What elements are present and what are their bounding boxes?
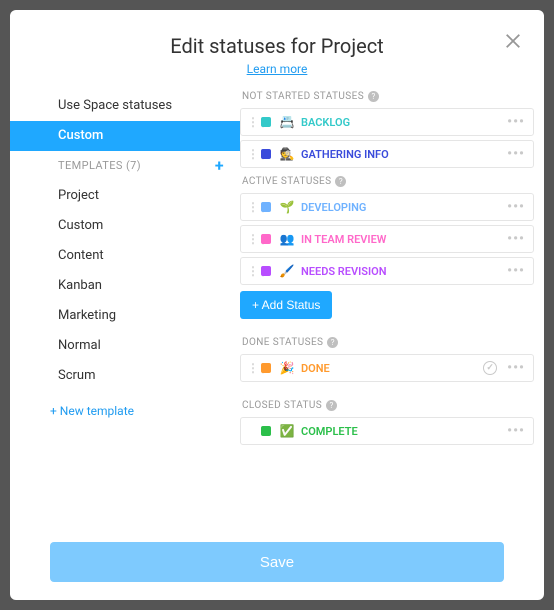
row-actions-button[interactable]: ••• (505, 199, 527, 215)
row-actions-button[interactable]: ••• (505, 423, 527, 439)
modal-header: Edit statuses for Project Learn more (10, 34, 544, 77)
status-label[interactable]: NEEDS REVISION (301, 265, 505, 278)
drag-handle-icon[interactable] (247, 264, 257, 278)
status-row[interactable]: 📇 BACKLOG ••• (240, 108, 534, 136)
done-section-label: DONE STATUSES ? (242, 337, 534, 348)
status-row[interactable]: 🖌️ NEEDS REVISION ••• (240, 257, 534, 285)
section-label-text: DONE STATUSES (242, 337, 323, 348)
modal-title: Edit statuses for Project (10, 34, 544, 58)
drag-handle-icon[interactable] (247, 361, 257, 375)
not-started-section-label: NOT STARTED STATUSES ? (242, 91, 534, 102)
help-icon[interactable]: ? (326, 400, 337, 411)
help-icon[interactable]: ? (368, 91, 379, 102)
learn-more-link[interactable]: Learn more (247, 62, 308, 76)
status-editor: NOT STARTED STATUSES ? 📇 BACKLOG ••• 🕵️ … (240, 87, 534, 528)
status-color-swatch[interactable] (261, 426, 271, 436)
status-emoji-icon: 🎉 (279, 361, 295, 375)
template-item[interactable]: Kanban (10, 271, 240, 301)
status-color-swatch[interactable] (261, 202, 271, 212)
status-row[interactable]: 🕵️ GATHERING INFO ••• (240, 140, 534, 168)
status-label[interactable]: IN TEAM REVIEW (301, 233, 505, 246)
edit-statuses-modal: Edit statuses for Project Learn more Use… (10, 10, 544, 600)
status-label[interactable]: BACKLOG (301, 116, 505, 129)
status-emoji-icon: ✅ (279, 424, 295, 438)
help-icon[interactable]: ? (335, 176, 346, 187)
template-item[interactable]: Marketing (10, 301, 240, 331)
template-item[interactable]: Content (10, 241, 240, 271)
status-emoji-icon: 🕵️ (279, 147, 295, 161)
status-label[interactable]: GATHERING INFO (301, 148, 505, 161)
add-template-button[interactable]: + (215, 151, 224, 181)
template-item[interactable]: Normal (10, 331, 240, 361)
check-circle-icon[interactable]: ✓ (483, 361, 497, 375)
use-space-statuses-option[interactable]: Use Space statuses (10, 91, 240, 121)
new-template-button[interactable]: + New template (10, 397, 240, 425)
custom-option[interactable]: Custom (10, 121, 240, 151)
modal-footer: Save (10, 528, 544, 582)
save-button[interactable]: Save (50, 542, 504, 582)
section-label-text: CLOSED STATUS (242, 400, 322, 411)
drag-handle-icon[interactable] (247, 147, 257, 161)
status-row[interactable]: 🎉 DONE ✓ ••• (240, 354, 534, 382)
row-actions-button[interactable]: ••• (505, 360, 527, 376)
template-item[interactable]: Scrum (10, 361, 240, 391)
status-color-swatch[interactable] (261, 363, 271, 373)
status-color-swatch[interactable] (261, 234, 271, 244)
status-label[interactable]: COMPLETE (301, 425, 505, 438)
status-emoji-icon: 👥 (279, 232, 295, 246)
row-actions-button[interactable]: ••• (505, 146, 527, 162)
status-row[interactable]: 🌱 DEVELOPING ••• (240, 193, 534, 221)
status-row[interactable]: ✅ COMPLETE ••• (240, 417, 534, 445)
drag-handle-icon[interactable] (247, 200, 257, 214)
status-source-list: Use Space statuses Custom TEMPLATES (7) … (10, 87, 240, 528)
status-color-swatch[interactable] (261, 149, 271, 159)
status-emoji-icon: 🌱 (279, 200, 295, 214)
modal-body: Use Space statuses Custom TEMPLATES (7) … (10, 87, 544, 528)
status-label[interactable]: DONE (301, 362, 483, 375)
section-label-text: ACTIVE STATUSES (242, 176, 331, 187)
status-color-swatch[interactable] (261, 266, 271, 276)
section-label-text: NOT STARTED STATUSES (242, 91, 364, 102)
add-status-button[interactable]: + Add Status (240, 291, 332, 319)
template-item[interactable]: Project (10, 181, 240, 211)
status-emoji-icon: 📇 (279, 115, 295, 129)
status-label[interactable]: DEVELOPING (301, 201, 505, 214)
drag-handle-icon[interactable] (247, 115, 257, 129)
row-actions-button[interactable]: ••• (505, 114, 527, 130)
status-emoji-icon: 🖌️ (279, 264, 295, 278)
status-color-swatch[interactable] (261, 117, 271, 127)
drag-handle-icon[interactable] (247, 232, 257, 246)
closed-section-label: CLOSED STATUS ? (242, 400, 534, 411)
help-icon[interactable]: ? (327, 337, 338, 348)
templates-header: TEMPLATES (7) + (10, 151, 240, 181)
row-actions-button[interactable]: ••• (505, 231, 527, 247)
template-item[interactable]: Custom (10, 211, 240, 241)
row-actions-button[interactable]: ••• (505, 263, 527, 279)
active-section-label: ACTIVE STATUSES ? (242, 176, 534, 187)
status-row[interactable]: 👥 IN TEAM REVIEW ••• (240, 225, 534, 253)
templates-header-label: TEMPLATES (7) (58, 151, 141, 181)
